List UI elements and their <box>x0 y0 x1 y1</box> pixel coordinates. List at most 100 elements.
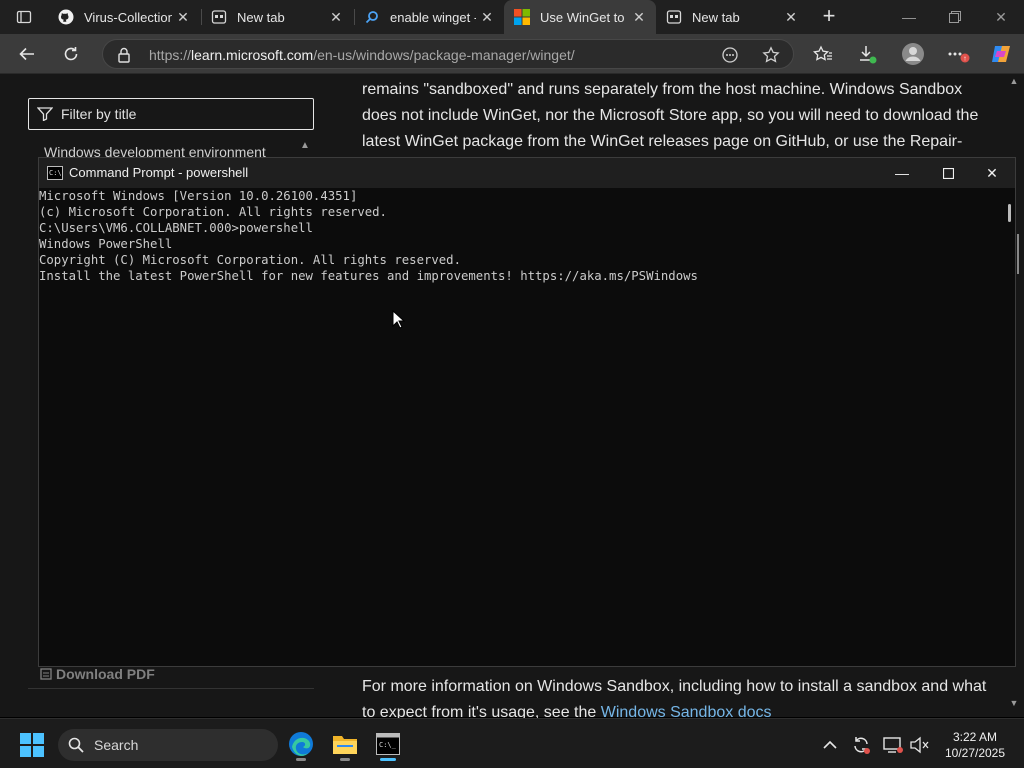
filter-box[interactable] <box>28 98 314 130</box>
close-tab-icon[interactable]: ✕ <box>325 6 347 28</box>
search-label: Search <box>94 737 139 753</box>
tab-title: Virus-Collection/ <box>84 9 172 25</box>
search-icon <box>364 9 380 25</box>
microsoft-logo-icon <box>514 9 530 25</box>
close-browser-button[interactable]: ✕ <box>978 0 1024 34</box>
refresh-icon <box>64 47 78 61</box>
lock-icon[interactable] <box>117 47 131 68</box>
running-indicator <box>380 758 396 761</box>
close-icon: ✕ <box>995 8 1007 25</box>
tab-new-tab-1[interactable]: New tab ✕ <box>201 0 353 34</box>
address-bar[interactable]: https://learn.microsoft.com/en-us/window… <box>102 39 794 69</box>
folder-icon <box>333 736 357 754</box>
scroll-down-icon[interactable]: ▼ <box>1008 698 1020 708</box>
new-tab-button[interactable]: + <box>816 4 842 30</box>
taskbar-clock[interactable]: 3:22 AM 10/27/2025 <box>940 729 1010 761</box>
download-pdf-link[interactable]: Download PDF <box>40 666 155 682</box>
sidebar-scroll-up-icon[interactable]: ▲ <box>300 140 312 152</box>
show-hidden-icons-chevron-icon[interactable] <box>820 735 840 755</box>
tab-new-tab-2[interactable]: New tab ✕ <box>656 0 808 34</box>
tab-title: enable winget - S <box>390 9 476 25</box>
clock-date: 10/27/2025 <box>944 746 1006 760</box>
cmd-scrollbar[interactable] <box>1005 188 1015 666</box>
console-line: Copyright (C) Microsoft Corporation. All… <box>39 253 461 267</box>
start-button[interactable] <box>20 733 44 757</box>
url-text[interactable]: https://learn.microsoft.com/en-us/window… <box>149 47 575 63</box>
cmd-maximize-button[interactable] <box>925 158 971 188</box>
mouse-cursor-icon <box>392 310 406 329</box>
download-pdf-label: Download PDF <box>56 666 155 682</box>
restore-icon <box>949 11 961 23</box>
newtab-icon <box>666 9 682 25</box>
scroll-up-icon[interactable]: ▲ <box>1008 76 1020 86</box>
taskbar: Search C:\_ 3:22 AM 10/27/2025 <box>0 718 1024 768</box>
volume-muted-icon[interactable] <box>909 735 929 755</box>
settings-more-button[interactable]: ↑ <box>944 40 974 68</box>
newtab-icon <box>211 9 227 25</box>
sync-icon[interactable] <box>851 735 871 755</box>
close-tab-icon[interactable]: ✕ <box>476 6 498 28</box>
command-prompt-window[interactable]: C:\ Command Prompt - powershell — ✕ Micr… <box>38 157 1016 667</box>
cmd-minimize-button[interactable]: — <box>879 158 925 188</box>
cmd-scroll-thumb[interactable] <box>1008 204 1011 222</box>
taskbar-file-explorer[interactable] <box>327 727 363 761</box>
console-line: (c) Microsoft Corporation. All rights re… <box>39 205 387 219</box>
back-button[interactable] <box>12 40 42 68</box>
tab-enable-winget[interactable]: enable winget - S ✕ <box>354 0 504 34</box>
search-icon <box>68 737 84 758</box>
tab-title: New tab <box>692 9 740 25</box>
tab-use-winget[interactable]: Use WinGet to in ✕ <box>504 0 656 34</box>
minimize-icon: — <box>895 165 909 181</box>
taskbar-terminal[interactable]: C:\_ <box>370 727 406 761</box>
avatar <box>902 43 924 65</box>
network-icon[interactable] <box>883 735 903 755</box>
tab-actions-icon <box>16 10 32 24</box>
cmd-close-button[interactable]: ✕ <box>969 158 1015 188</box>
divider <box>28 688 314 689</box>
maximize-icon <box>942 167 954 179</box>
cmd-title-bar[interactable]: C:\ Command Prompt - powershell — ✕ <box>39 158 1015 188</box>
more-options-icon: ↑ <box>948 52 970 63</box>
close-icon: ✕ <box>986 164 998 181</box>
close-tab-icon[interactable]: ✕ <box>780 6 802 28</box>
url-host: learn.microsoft.com <box>191 47 314 63</box>
svg-text:↑: ↑ <box>963 56 967 63</box>
url-prefix: https:// <box>149 47 192 63</box>
favorites-button[interactable] <box>808 40 838 68</box>
console-line: C:\Users\VM6.COLLABNET.000>powershell <box>39 221 313 235</box>
close-tab-icon[interactable]: ✕ <box>172 6 194 28</box>
profile-button[interactable] <box>898 40 928 68</box>
tab-actions-button[interactable] <box>0 0 48 34</box>
taskbar-edge[interactable] <box>283 727 319 761</box>
refresh-button[interactable] <box>56 40 86 68</box>
tab-title: New tab <box>237 9 285 25</box>
downloads-button[interactable] <box>852 40 882 68</box>
cmd-app-icon: C:\ <box>47 166 63 180</box>
svg-text:C:\_: C:\_ <box>379 741 397 749</box>
filter-input[interactable] <box>61 104 301 124</box>
filter-icon <box>36 107 54 126</box>
console-output[interactable]: Microsoft Windows [Version 10.0.26100.43… <box>39 188 1005 666</box>
browser-toolbar: https://learn.microsoft.com/en-us/window… <box>0 34 1024 74</box>
console-line: Install the latest PowerShell for new fe… <box>39 269 698 283</box>
read-aloud-icon[interactable] <box>720 45 740 65</box>
running-indicator <box>340 758 350 761</box>
cmd-window-title: Command Prompt - powershell <box>69 165 249 180</box>
article-paragraph: remains "sandboxed" and runs separately … <box>362 81 979 150</box>
back-arrow-icon <box>19 47 34 61</box>
favorite-star-icon[interactable] <box>761 45 781 65</box>
minimize-icon: — <box>902 9 916 25</box>
browser-tab-strip: Virus-Collection/ ✕ New tab ✕ enable win… <box>0 0 1024 34</box>
taskbar-search[interactable]: Search <box>58 729 278 761</box>
restore-browser-button[interactable] <box>932 0 978 34</box>
console-line: Windows PowerShell <box>39 237 173 251</box>
tab-virus-collection[interactable]: Virus-Collection/ ✕ <box>48 0 200 34</box>
clock-time: 3:22 AM <box>952 730 998 744</box>
plus-icon: + <box>822 3 836 28</box>
copilot-icon <box>992 46 1010 62</box>
tab-title: Use WinGet to in <box>540 9 628 25</box>
close-tab-icon[interactable]: ✕ <box>628 6 650 28</box>
scroll-thumb[interactable] <box>1017 234 1019 274</box>
copilot-button[interactable] <box>986 40 1016 68</box>
minimize-browser-button[interactable]: — <box>886 0 932 34</box>
